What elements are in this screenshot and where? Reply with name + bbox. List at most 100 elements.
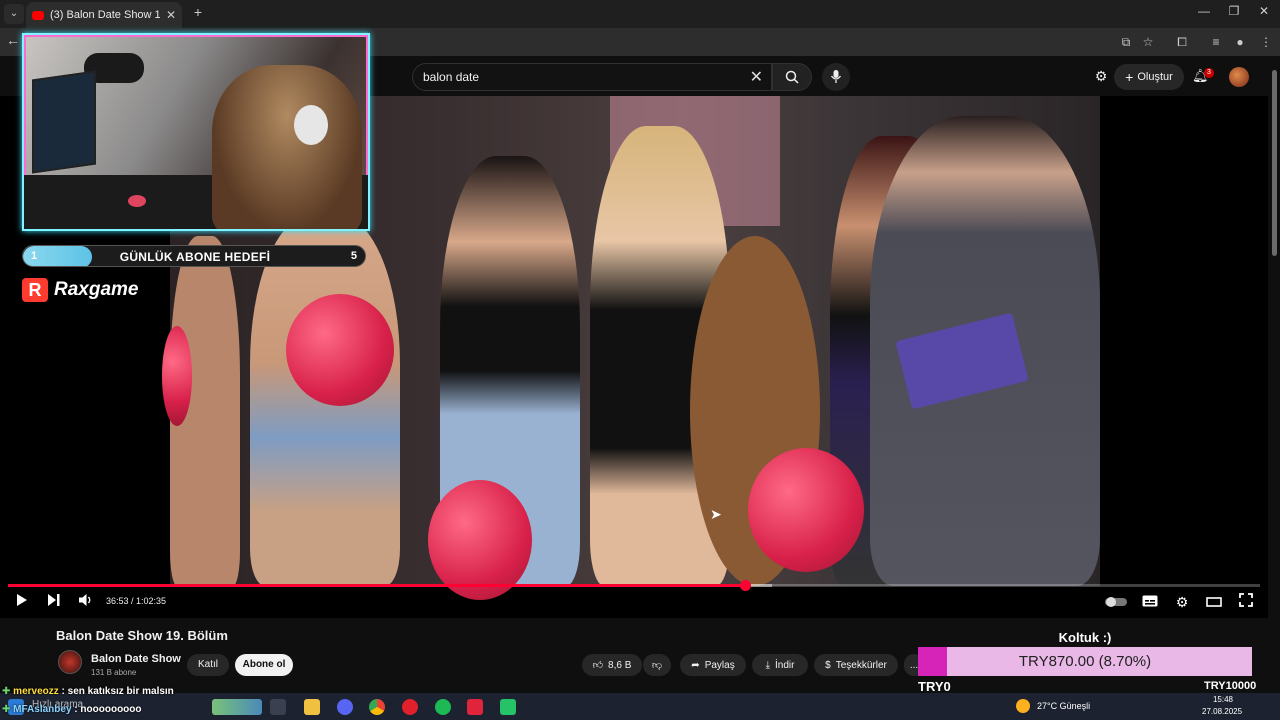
channel-subscribers: 131 B abone: [91, 668, 137, 677]
settings-button[interactable]: ⚙: [1172, 593, 1192, 611]
taskbar-date[interactable]: 27.08.2025: [1202, 707, 1242, 716]
cast-icon[interactable]: ⧉: [1118, 34, 1134, 50]
widgets-icon[interactable]: [212, 699, 262, 715]
opera-icon[interactable]: [402, 699, 418, 715]
chat-badge-icon: ✚: [2, 704, 11, 715]
chrome-icon[interactable]: [369, 699, 385, 715]
donation-goal-min: TRY0: [918, 679, 951, 694]
file-explorer-icon[interactable]: [304, 699, 320, 715]
taskbar-time[interactable]: 15:48: [1208, 695, 1238, 704]
balloon: [748, 448, 864, 572]
like-count: 8,6 B: [608, 659, 632, 671]
create-label: Oluştur: [1137, 71, 1173, 83]
donation-goal-bar: TRY870.00 (8.70%): [918, 647, 1252, 676]
raxgame-logo-icon: R: [22, 278, 48, 302]
like-button[interactable]: 👍︎ 8,6 B: [582, 654, 642, 676]
download-icon: ⤓: [765, 659, 770, 671]
balloon: [286, 294, 394, 406]
back-arrow-icon[interactable]: ←: [6, 32, 20, 48]
dislike-button[interactable]: 👎︎: [643, 654, 671, 676]
tab-active[interactable]: (3) Balon Date Show 19. Bölüm ✕: [26, 2, 182, 28]
subtitles-button[interactable]: [1140, 593, 1160, 611]
weather-sun-icon: [1016, 699, 1030, 713]
share-button[interactable]: ➦ Paylaş: [680, 654, 746, 676]
app-icon[interactable]: [467, 699, 483, 715]
autoplay-toggle-icon: [1105, 597, 1127, 607]
settings-gear-icon[interactable]: ⚙: [1093, 68, 1109, 84]
goal-end-value: 5: [350, 250, 357, 262]
subscriber-goal-bar: 1 GÜNLÜK ABONE HEDEFİ 5: [22, 245, 366, 267]
search-icon: [785, 70, 799, 84]
join-button[interactable]: Katıl: [187, 654, 229, 676]
tab-search-menu-button[interactable]: ⌄: [4, 4, 24, 24]
download-button[interactable]: ⤓ İndir: [752, 654, 808, 676]
share-label: Paylaş: [704, 659, 735, 671]
play-button[interactable]: [12, 593, 32, 611]
minimize-button[interactable]: —: [1194, 4, 1214, 18]
donation-goal-title: Koltuk :): [1058, 630, 1112, 645]
app-icon[interactable]: [500, 699, 516, 715]
progress-bar[interactable]: [8, 580, 1260, 591]
fullscreen-icon: [1239, 593, 1253, 607]
more-icon: ...: [909, 659, 919, 671]
taskbar-weather[interactable]: 27°C Güneşli: [1037, 701, 1090, 711]
chat-message: ✚ MFAslanbey : nooooooooo: [2, 704, 142, 715]
donation-goal-max: TRY10000: [1204, 680, 1257, 692]
thanks-label: Teşekkürler: [835, 659, 887, 671]
theater-mode-button[interactable]: [1204, 593, 1224, 611]
time-display: 36:53 / 1:02:35: [106, 596, 167, 606]
channel-avatar[interactable]: [58, 650, 82, 674]
notifications-badge: 3: [1204, 68, 1214, 78]
subtitles-icon: [1142, 595, 1158, 607]
balloon: [162, 326, 192, 426]
fullscreen-button[interactable]: [1236, 593, 1256, 611]
tab-title: (3) Balon Date Show 19. Bölüm: [50, 9, 160, 21]
search-query: balon date: [423, 70, 480, 84]
progress-played: [8, 584, 746, 587]
search-button[interactable]: [772, 63, 812, 91]
page-scrollbar-thumb[interactable]: [1272, 70, 1277, 256]
balloon: [428, 480, 532, 600]
maximize-button[interactable]: ❐: [1224, 4, 1244, 18]
next-button[interactable]: [44, 593, 64, 611]
chat-text: : nooooooooo: [71, 704, 142, 715]
bookmark-star-icon[interactable]: ☆: [1140, 34, 1156, 50]
clear-search-icon[interactable]: ✕: [750, 67, 763, 87]
chat-text: : sen katıksız bir malsın: [58, 686, 174, 697]
autoplay-toggle[interactable]: [1104, 593, 1128, 611]
tab-close-icon[interactable]: ✕: [166, 8, 176, 22]
streamer-figure: [212, 65, 362, 229]
profile-icon[interactable]: ●: [1232, 34, 1248, 50]
channel-name[interactable]: Balon Date Show: [91, 653, 181, 665]
spotify-icon[interactable]: [435, 699, 451, 715]
discord-icon[interactable]: [337, 699, 353, 715]
chat-username: merveozz: [13, 686, 59, 697]
voice-search-button[interactable]: [822, 63, 850, 91]
create-button[interactable]: + Oluştur: [1114, 64, 1184, 90]
skip-next-icon: [48, 594, 60, 606]
video-title: Balon Date Show 19. Bölüm: [56, 628, 228, 643]
play-icon: [17, 594, 27, 606]
subscribe-button[interactable]: Abone ol: [235, 654, 293, 676]
account-avatar[interactable]: [1229, 67, 1249, 87]
donation-goal-value: TRY870.00 (8.70%): [1018, 653, 1152, 670]
headset-prop: [294, 105, 328, 145]
task-view-icon[interactable]: [270, 699, 286, 715]
mouse-cursor: ➤: [710, 506, 722, 522]
download-label: İndir: [774, 659, 795, 671]
thumbs-up-icon: 👍︎: [592, 660, 604, 671]
thanks-icon: $: [825, 659, 831, 671]
close-window-button[interactable]: ✕: [1254, 4, 1274, 18]
new-tab-button[interactable]: +: [188, 4, 208, 20]
thanks-button[interactable]: $ Teşekkürler: [814, 654, 898, 676]
search-input[interactable]: balon date ✕: [412, 63, 772, 91]
reading-list-icon[interactable]: ≡: [1208, 34, 1224, 50]
mouse-prop: [128, 195, 146, 207]
share-icon: ➦: [691, 659, 700, 671]
browser-menu-icon[interactable]: ⋮: [1258, 34, 1274, 50]
chat-message: ✚ merveozz : sen katıksız bir malsın: [2, 686, 174, 697]
chat-username: MFAslanbey: [13, 704, 72, 715]
sponsor-logo: R Raxgame: [22, 278, 139, 302]
volume-button[interactable]: [76, 593, 96, 611]
extensions-icon[interactable]: ⧠: [1174, 34, 1190, 50]
